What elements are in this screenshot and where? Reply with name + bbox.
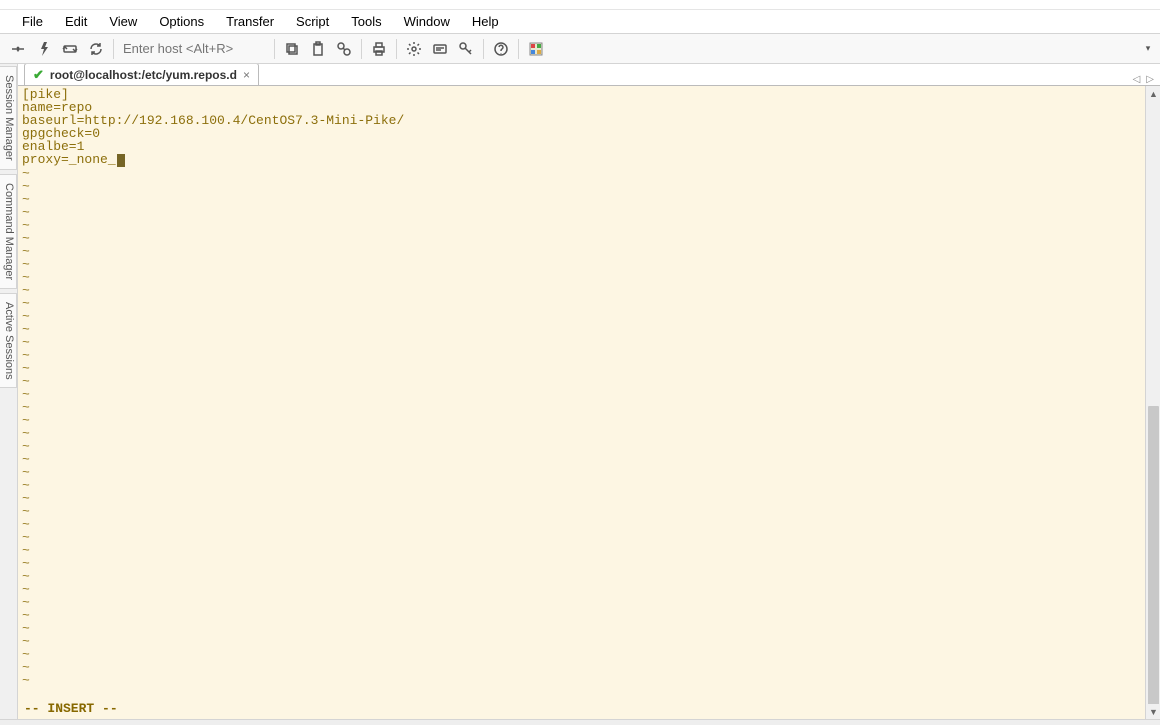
tab-strip: ✔ root@localhost:/etc/yum.repos.d × ◁ ▷	[18, 64, 1160, 86]
reconnect-all-icon[interactable]	[84, 37, 108, 61]
session-options-icon[interactable]	[428, 37, 452, 61]
vim-empty-line: ~	[22, 661, 1141, 674]
vim-empty-line: ~	[22, 596, 1141, 609]
copy-icon[interactable]	[280, 37, 304, 61]
terminal-line: proxy=_none_	[22, 153, 1141, 167]
vim-empty-line: ~	[22, 245, 1141, 258]
menu-script[interactable]: Script	[286, 12, 339, 31]
vim-empty-line: ~	[22, 609, 1141, 622]
vim-empty-line: ~	[22, 219, 1141, 232]
status-bar	[0, 719, 1160, 725]
vim-empty-line: ~	[22, 479, 1141, 492]
side-tab-session-manager[interactable]: Session Manager	[0, 66, 17, 170]
vim-empty-line: ~	[22, 674, 1141, 687]
vim-empty-line: ~	[22, 492, 1141, 505]
menu-transfer[interactable]: Transfer	[216, 12, 284, 31]
print-icon[interactable]	[367, 37, 391, 61]
vim-empty-line: ~	[22, 310, 1141, 323]
vertical-scrollbar[interactable]: ▲ ▼	[1145, 86, 1160, 719]
toolbar: ▾	[0, 34, 1160, 64]
side-tab-bar: Session Manager Command Manager Active S…	[0, 64, 18, 719]
vim-empty-line: ~	[22, 414, 1141, 427]
menu-bar: File Edit View Options Transfer Script T…	[0, 10, 1160, 34]
menu-file[interactable]: File	[12, 12, 53, 31]
vim-empty-line: ~	[22, 440, 1141, 453]
vim-empty-line: ~	[22, 531, 1141, 544]
toolbar-separator	[361, 39, 362, 59]
vim-empty-line: ~	[22, 583, 1141, 596]
terminal-line: enalbe=1	[22, 140, 1141, 153]
toolbar-separator	[483, 39, 484, 59]
toolbar-separator	[396, 39, 397, 59]
vim-empty-line: ~	[22, 362, 1141, 375]
host-input[interactable]	[119, 39, 269, 58]
quick-connect-icon[interactable]	[32, 37, 56, 61]
menu-tools[interactable]: Tools	[341, 12, 391, 31]
vim-empty-line: ~	[22, 349, 1141, 362]
find-icon[interactable]	[332, 37, 356, 61]
app-icon[interactable]	[524, 37, 548, 61]
vim-empty-line: ~	[22, 258, 1141, 271]
terminal[interactable]: [pike]name=repobaseurl=http://192.168.10…	[18, 86, 1145, 719]
vim-empty-line: ~	[22, 232, 1141, 245]
key-icon[interactable]	[454, 37, 478, 61]
vim-empty-line: ~	[22, 427, 1141, 440]
vim-empty-line: ~	[22, 505, 1141, 518]
tab-prev-icon[interactable]: ◁	[1133, 74, 1141, 85]
vim-status-line: -- INSERT --	[24, 702, 118, 715]
vim-empty-line: ~	[22, 388, 1141, 401]
vim-empty-line: ~	[22, 544, 1141, 557]
cursor-icon	[117, 154, 125, 167]
reconnect-icon[interactable]	[58, 37, 82, 61]
scroll-up-icon[interactable]: ▲	[1146, 86, 1160, 101]
vim-empty-line: ~	[22, 570, 1141, 583]
scroll-down-icon[interactable]: ▼	[1146, 704, 1160, 719]
toolbar-separator	[274, 39, 275, 59]
menu-view[interactable]: View	[99, 12, 147, 31]
vim-empty-line: ~	[22, 193, 1141, 206]
side-tab-active-sessions[interactable]: Active Sessions	[0, 293, 17, 389]
side-tab-command-manager[interactable]: Command Manager	[0, 174, 17, 289]
vim-empty-line: ~	[22, 635, 1141, 648]
terminal-line: baseurl=http://192.168.100.4/CentOS7.3-M…	[22, 114, 1141, 127]
vim-empty-line: ~	[22, 466, 1141, 479]
menu-edit[interactable]: Edit	[55, 12, 97, 31]
toolbar-separator	[113, 39, 114, 59]
connect-icon[interactable]	[6, 37, 30, 61]
vim-empty-line: ~	[22, 206, 1141, 219]
toolbar-overflow-icon[interactable]: ▾	[1142, 43, 1154, 54]
vim-empty-line: ~	[22, 453, 1141, 466]
vim-empty-line: ~	[22, 648, 1141, 661]
vim-empty-line: ~	[22, 271, 1141, 284]
toolbar-separator	[518, 39, 519, 59]
tab-close-icon[interactable]: ×	[243, 68, 250, 82]
tab-nav: ◁ ▷	[1133, 74, 1160, 85]
settings-icon[interactable]	[402, 37, 426, 61]
terminal-line: [pike]	[22, 88, 1141, 101]
menu-window[interactable]: Window	[394, 12, 460, 31]
vim-empty-line: ~	[22, 167, 1141, 180]
connected-check-icon: ✔	[33, 67, 44, 83]
tab-title: root@localhost:/etc/yum.repos.d	[50, 68, 237, 82]
terminal-line: gpgcheck=0	[22, 127, 1141, 140]
menu-options[interactable]: Options	[149, 12, 214, 31]
vim-empty-line: ~	[22, 401, 1141, 414]
vim-empty-line: ~	[22, 180, 1141, 193]
vim-empty-line: ~	[22, 375, 1141, 388]
vim-empty-line: ~	[22, 557, 1141, 570]
scroll-thumb[interactable]	[1148, 406, 1159, 706]
vim-empty-line: ~	[22, 297, 1141, 310]
menu-help[interactable]: Help	[462, 12, 509, 31]
vim-empty-line: ~	[22, 336, 1141, 349]
paste-icon[interactable]	[306, 37, 330, 61]
vim-empty-line: ~	[22, 518, 1141, 531]
vim-empty-line: ~	[22, 622, 1141, 635]
session-tab[interactable]: ✔ root@localhost:/etc/yum.repos.d ×	[24, 64, 259, 85]
vim-empty-line: ~	[22, 284, 1141, 297]
help-icon[interactable]	[489, 37, 513, 61]
titlebar-stub	[0, 0, 1160, 10]
tab-next-icon[interactable]: ▷	[1146, 74, 1154, 85]
vim-empty-line: ~	[22, 323, 1141, 336]
